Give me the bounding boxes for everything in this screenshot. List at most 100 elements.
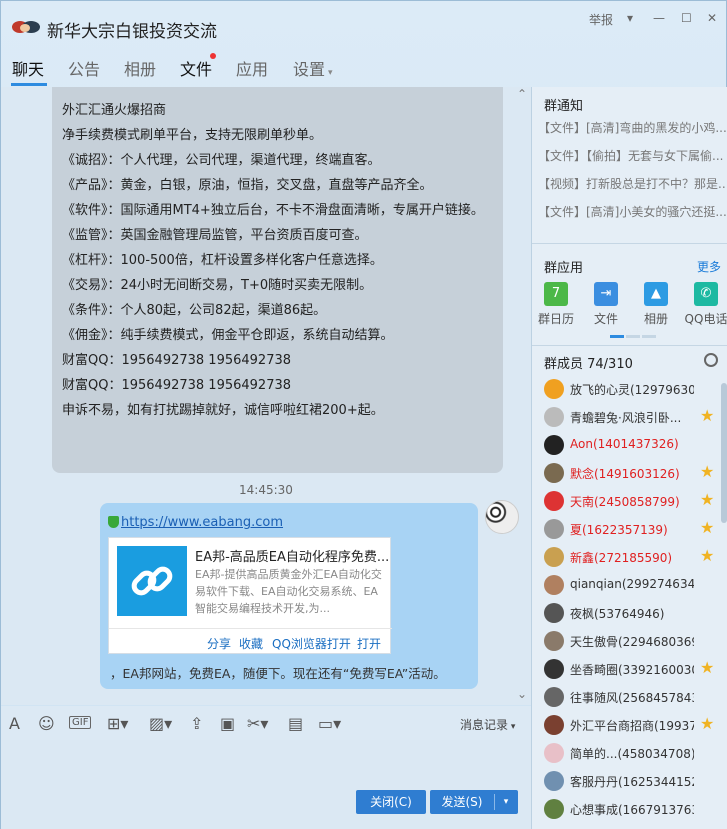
favorite-button[interactable]: 收藏	[239, 635, 263, 652]
member-row[interactable]: 放飞的心灵(12979630...	[542, 377, 722, 401]
minimize-icon[interactable]: —	[653, 11, 665, 25]
avatar[interactable]	[544, 687, 564, 707]
message-line: 《交易》：24小时无间断交易，T+0随时买卖无限制。	[62, 278, 373, 293]
tab-apps[interactable]: 应用	[236, 56, 268, 80]
admin-star-icon: ★	[700, 714, 715, 733]
avatar[interactable]	[544, 547, 564, 567]
member-row[interactable]: 心想事成(1667913763)	[542, 797, 722, 821]
member-row[interactable]: Aon(1401437326)	[542, 433, 722, 457]
member-row[interactable]: 新鑫(272185590) ★	[542, 545, 722, 569]
member-row[interactable]: 夏(1622357139) ★	[542, 517, 722, 541]
link-preview-card[interactable]: EA邦-高品质EA自动化程序免费... EA邦-提供高品质黄金外汇EA自动化交易…	[108, 537, 392, 654]
gif-icon[interactable]: GIF	[69, 716, 92, 729]
message-timestamp: 14:45:30	[239, 483, 293, 497]
dropdown-icon[interactable]: ▾	[627, 11, 633, 25]
group-logo-icon	[11, 17, 41, 37]
right-sidebar: 群通知 【文件】[高清]弯曲的黑发的小鸡... 【文件】【偷拍】无套与女下属偷.…	[531, 87, 727, 829]
message-input[interactable]: 关闭(C) 发送(S) ▾	[1, 740, 531, 829]
member-list-scrollbar[interactable]	[721, 383, 727, 523]
maximize-icon[interactable]: ☐	[681, 11, 692, 25]
close-icon[interactable]: ✕	[707, 11, 717, 25]
share-button[interactable]: 分享	[207, 635, 231, 652]
group-notice-title: 群通知	[544, 99, 584, 114]
pager-indicator[interactable]	[626, 335, 640, 338]
avatar[interactable]	[544, 407, 564, 427]
open-in-qq-browser-button[interactable]: QQ浏览器打开	[272, 635, 351, 652]
shield-icon	[108, 516, 119, 528]
notice-item[interactable]: 【文件】[高清]小美女的骚穴还挺...	[538, 203, 726, 220]
message-link[interactable]: https://www.eabang.com	[121, 515, 283, 530]
pager-indicator-active[interactable]	[610, 335, 624, 338]
message-history-button[interactable]: 消息记录 ▾	[460, 716, 515, 733]
member-row[interactable]: 默念(1491603126) ★	[542, 461, 722, 485]
chevron-down-icon: ▾	[328, 68, 333, 78]
more-tools-icon[interactable]: ▭▾	[318, 714, 341, 733]
files-notification-dot	[210, 53, 216, 59]
report-button[interactable]: 举报	[589, 11, 613, 28]
upload-icon[interactable]: ⇪	[190, 714, 203, 733]
send-options-chevron-icon[interactable]: ▾	[496, 790, 516, 814]
tab-settings[interactable]: 设置 ▾	[293, 56, 333, 80]
open-button[interactable]: 打开	[357, 635, 381, 652]
avatar[interactable]	[544, 659, 564, 679]
gift-icon[interactable]: ▣	[220, 714, 235, 733]
app-album[interactable]: ▲ 相册	[634, 282, 678, 327]
member-row[interactable]: qianqian(2992746342)	[542, 573, 722, 597]
tab-chat[interactable]: 聊天	[12, 56, 44, 80]
magic-expression-icon[interactable]: ⊞▾	[107, 714, 128, 733]
tab-files[interactable]: 文件	[180, 56, 212, 80]
member-row[interactable]: 简单的...(458034708)	[542, 741, 722, 765]
font-icon[interactable]: A	[9, 714, 20, 733]
more-apps-link[interactable]: 更多	[697, 258, 721, 275]
scroll-up-icon[interactable]: ⌃	[517, 87, 527, 101]
member-row[interactable]: 青蟾碧兔·风浪引卧... ★	[542, 405, 722, 429]
member-row[interactable]: 坐香畸圈(3392160030) ★	[542, 657, 722, 681]
notice-item[interactable]: 【视频】打新股总是打不中？那是...	[538, 175, 726, 192]
app-qq-phone[interactable]: ✆ QQ电话	[684, 282, 727, 327]
admin-star-icon: ★	[700, 518, 715, 537]
member-row[interactable]: 外汇平台商招商(19937... ★	[542, 713, 722, 737]
notice-item[interactable]: 【文件】【偷拍】无套与女下属偷...	[538, 147, 726, 164]
avatar[interactable]	[544, 435, 564, 455]
avatar[interactable]	[485, 500, 519, 534]
chat-message-area[interactable]: 外汇汇通火爆招商 净手续费模式刷单平台，支持无限刷单秒单。 《诚招》：个人代理，…	[1, 87, 531, 705]
tab-announcement[interactable]: 公告	[68, 56, 100, 80]
avatar[interactable]	[544, 631, 564, 651]
member-row[interactable]: 夜枫(53764946)	[542, 601, 722, 625]
avatar[interactable]	[544, 491, 564, 511]
member-row[interactable]: 天南(2450858799) ★	[542, 489, 722, 513]
document-icon[interactable]: ▤	[288, 714, 303, 733]
link-row: https://www.eabang.com	[108, 515, 283, 530]
member-name: Aon(1401437326)	[570, 437, 679, 451]
members-title: 群成员 74/310	[544, 357, 633, 372]
message-line: 净手续费模式刷单平台，支持无限刷单秒单。	[62, 128, 323, 143]
avatar[interactable]	[544, 463, 564, 483]
avatar[interactable]	[544, 715, 564, 735]
member-name: 客服丹丹(1625344152)	[570, 775, 694, 789]
avatar[interactable]	[544, 575, 564, 595]
app-calendar[interactable]: 7 群日历	[534, 282, 578, 327]
notice-item[interactable]: 【文件】[高清]弯曲的黑发的小鸡...	[538, 119, 726, 136]
avatar[interactable]	[544, 519, 564, 539]
member-row[interactable]: 往事随风(2568457843)	[542, 685, 722, 709]
member-name: 放飞的心灵(12979630...	[570, 383, 694, 397]
message-line: 《条件》：个人80起，公司82起，渠道86起。	[62, 303, 327, 318]
avatar[interactable]	[544, 743, 564, 763]
image-icon[interactable]: ▨▾	[149, 714, 172, 733]
scroll-down-icon[interactable]: ⌄	[517, 687, 527, 701]
avatar[interactable]	[544, 379, 564, 399]
emoji-icon[interactable]: ☺	[38, 714, 55, 733]
avatar[interactable]	[544, 771, 564, 791]
pager-indicator[interactable]	[642, 335, 656, 338]
app-file[interactable]: ⇥ 文件	[584, 282, 628, 327]
title-bar: 新华大宗白银投资交流 举报 ▾ — ☐ ✕	[1, 1, 727, 45]
member-row[interactable]: 客服丹丹(1625344152)	[542, 769, 722, 793]
search-icon[interactable]	[704, 353, 718, 367]
member-row[interactable]: 天生傲骨(2294680369)	[542, 629, 722, 653]
avatar[interactable]	[544, 603, 564, 623]
send-button[interactable]: 发送(S) ▾	[430, 790, 518, 814]
avatar[interactable]	[544, 799, 564, 819]
screenshot-scissors-icon[interactable]: ✂▾	[247, 714, 268, 733]
close-button[interactable]: 关闭(C)	[356, 790, 426, 814]
tab-album[interactable]: 相册	[124, 56, 156, 80]
